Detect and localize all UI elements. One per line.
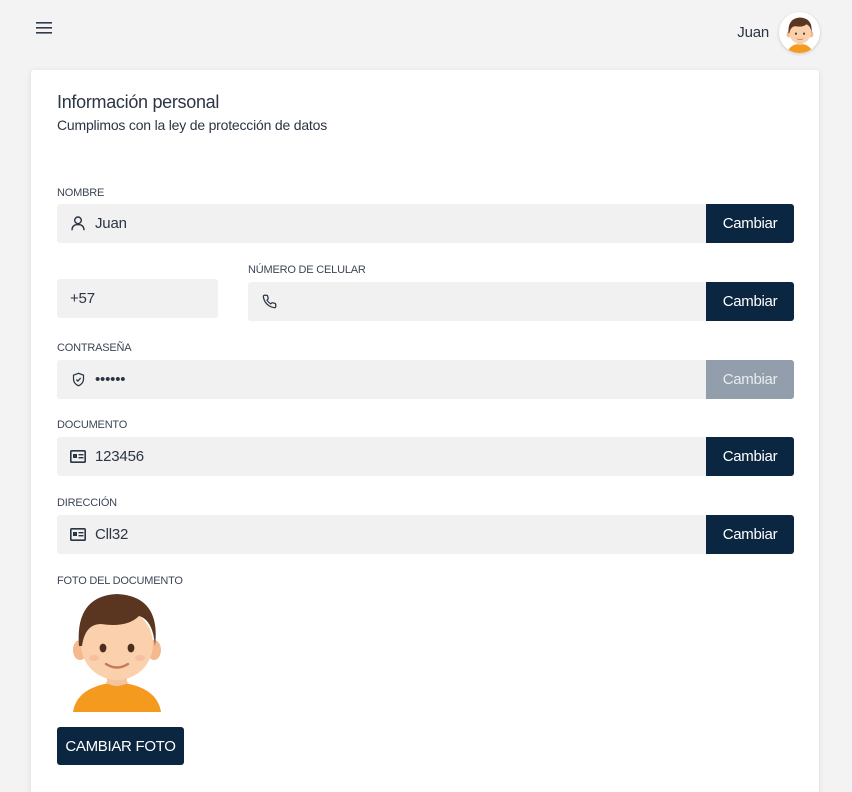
contrasena-field[interactable]: •••••• bbox=[57, 360, 706, 399]
personal-info-card: Información personal Cumplimos con la le… bbox=[31, 70, 819, 792]
card-title: Información personal bbox=[57, 92, 220, 112]
documento-label: DOCUMENTO bbox=[57, 419, 128, 431]
foto-label: FOTO DEL DOCUMENTO bbox=[57, 575, 183, 587]
id-card-icon bbox=[70, 449, 86, 465]
change-documento-button[interactable]: Cambiar bbox=[706, 437, 794, 476]
direccion-field[interactable]: Cll32 bbox=[57, 515, 706, 554]
contrasena-label: CONTRASEÑA bbox=[57, 342, 132, 354]
nombre-value: Juan bbox=[95, 215, 127, 232]
top-bar: Juan bbox=[0, 0, 852, 60]
nombre-label: NOMBRE bbox=[57, 187, 105, 199]
direccion-value: Cll32 bbox=[95, 526, 129, 543]
user-avatar-icon[interactable] bbox=[779, 12, 820, 53]
phone-icon bbox=[261, 294, 277, 310]
id-card-icon bbox=[70, 527, 86, 543]
hamburger-menu-icon[interactable] bbox=[34, 19, 54, 37]
user-menu[interactable]: Juan bbox=[737, 12, 820, 53]
contrasena-value: •••••• bbox=[95, 371, 126, 388]
nombre-field[interactable]: Juan bbox=[57, 204, 706, 243]
card-subtitle: Cumplimos con la ley de protección de da… bbox=[57, 117, 327, 133]
shield-icon bbox=[70, 372, 86, 388]
document-photo bbox=[67, 590, 167, 712]
phone-prefix-field[interactable]: +57 bbox=[57, 279, 218, 318]
telefono-label: NÚMERO DE CELULAR bbox=[248, 264, 366, 276]
user-name: Juan bbox=[737, 24, 769, 41]
change-telefono-button[interactable]: Cambiar bbox=[706, 282, 794, 321]
documento-value: 123456 bbox=[95, 448, 144, 465]
change-contrasena-button[interactable]: Cambiar bbox=[706, 360, 794, 399]
change-photo-button[interactable]: CAMBIAR FOTO bbox=[57, 727, 184, 765]
direccion-label: DIRECCIÓN bbox=[57, 497, 117, 509]
change-direccion-button[interactable]: Cambiar bbox=[706, 515, 794, 554]
documento-field[interactable]: 123456 bbox=[57, 437, 706, 476]
telefono-field[interactable] bbox=[248, 282, 706, 321]
user-icon bbox=[70, 216, 86, 232]
change-nombre-button[interactable]: Cambiar bbox=[706, 204, 794, 243]
phone-prefix-value: +57 bbox=[70, 290, 95, 307]
boy-avatar-illustration bbox=[73, 594, 161, 712]
